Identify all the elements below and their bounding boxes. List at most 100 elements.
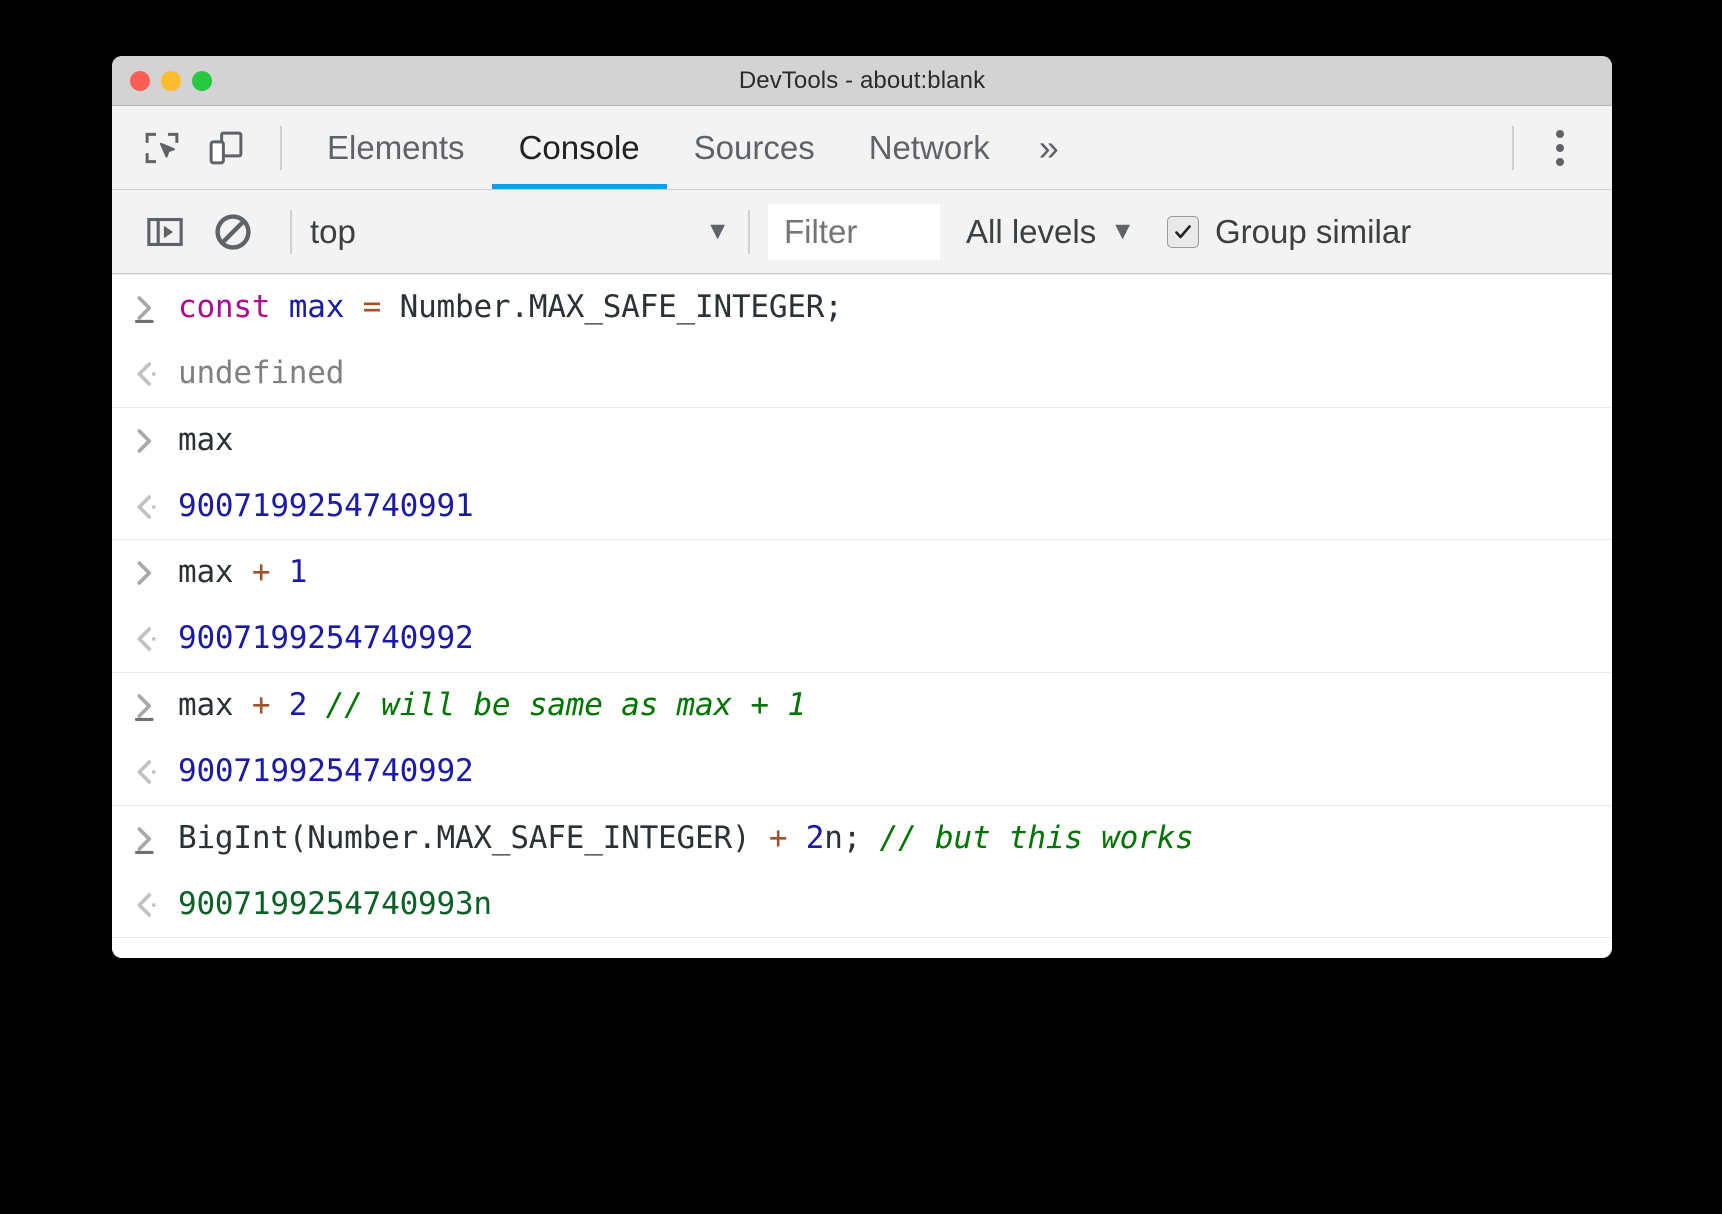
more-tabs-icon[interactable]: » bbox=[1017, 106, 1081, 189]
code-token: + bbox=[252, 687, 270, 723]
prompt-in-icon bbox=[112, 420, 178, 458]
console-result-text: undefined bbox=[178, 353, 344, 395]
log-level-selector[interactable]: All levels ▼ bbox=[966, 213, 1135, 251]
console-result-row[interactable]: 9007199254740993n bbox=[112, 872, 1612, 938]
console-input-row[interactable]: max + 2 // will be same as max + 1 bbox=[112, 672, 1612, 739]
code-token: max bbox=[289, 289, 344, 325]
prompt-in-icon bbox=[112, 685, 178, 723]
filter-divider bbox=[748, 210, 750, 254]
console-input-row[interactable]: const max = Number.MAX_SAFE_INTEGER; bbox=[112, 274, 1612, 341]
devtools-window: DevTools - about:blank Elements bbox=[112, 56, 1612, 958]
tab-elements[interactable]: Elements bbox=[300, 106, 492, 189]
devtools-tabbar: Elements Console Sources Network » bbox=[112, 106, 1612, 190]
console-result-text: 9007199254740991 bbox=[178, 486, 473, 528]
code-token: 9007199254740991 bbox=[178, 488, 473, 524]
minimize-button[interactable] bbox=[161, 71, 181, 91]
console-result-text: 9007199254740992 bbox=[178, 618, 473, 660]
group-similar-toggle[interactable]: Group similar bbox=[1167, 213, 1411, 251]
tab-console[interactable]: Console bbox=[492, 106, 667, 189]
console-result-row[interactable]: 9007199254740992 bbox=[112, 606, 1612, 672]
tabbar-right-group bbox=[1494, 120, 1612, 176]
console-message-list[interactable]: const max = Number.MAX_SAFE_INTEGER;unde… bbox=[112, 274, 1612, 958]
console-result-row[interactable]: undefined bbox=[112, 341, 1612, 407]
console-result-row[interactable]: 9007199254740992 bbox=[112, 739, 1612, 805]
console-input-text: max + 1 bbox=[178, 552, 307, 594]
more-tabs-label: » bbox=[1039, 127, 1059, 169]
device-toolbar-icon[interactable] bbox=[198, 120, 254, 176]
traffic-light-group bbox=[130, 71, 212, 91]
code-token: const bbox=[178, 289, 270, 325]
kebab-dot-3 bbox=[1556, 158, 1564, 166]
window-titlebar: DevTools - about:blank bbox=[112, 56, 1612, 106]
tab-console-label: Console bbox=[519, 129, 640, 167]
code-token: 9007199254740992 bbox=[178, 620, 473, 656]
console-result-text: 9007199254740993n bbox=[178, 884, 492, 926]
tab-network[interactable]: Network bbox=[842, 106, 1017, 189]
kebab-dot-1 bbox=[1556, 130, 1564, 138]
code-token: max bbox=[178, 554, 252, 590]
console-input-row[interactable]: max bbox=[112, 407, 1612, 474]
prompt-out-icon bbox=[112, 618, 178, 656]
code-token: 2 bbox=[806, 820, 824, 856]
maximize-button[interactable] bbox=[192, 71, 212, 91]
console-sidebar-icon[interactable] bbox=[136, 203, 194, 261]
console-input-text: max + 2 // will be same as max + 1 bbox=[178, 685, 806, 727]
console-result-row[interactable]: 9007199254740991 bbox=[112, 474, 1612, 540]
screen: DevTools - about:blank Elements bbox=[0, 0, 1722, 1214]
console-input-row[interactable]: BigInt(Number.MAX_SAFE_INTEGER) + 2n; //… bbox=[112, 805, 1612, 872]
clear-console-icon[interactable] bbox=[204, 203, 262, 261]
tabbar-right-divider bbox=[1512, 126, 1514, 170]
code-token: = bbox=[363, 289, 381, 325]
panel-tabs: Elements Console Sources Network » bbox=[300, 106, 1081, 189]
prompt-in-icon bbox=[112, 818, 178, 856]
console-input-text: BigInt(Number.MAX_SAFE_INTEGER) + 2n; //… bbox=[178, 818, 1194, 860]
chevron-down-icon: ▼ bbox=[1110, 219, 1135, 244]
kebab-menu-icon[interactable] bbox=[1532, 120, 1588, 176]
tab-elements-label: Elements bbox=[327, 129, 465, 167]
execution-context-value: top bbox=[310, 213, 356, 251]
tab-sources-label: Sources bbox=[694, 129, 815, 167]
code-token: 1 bbox=[289, 554, 307, 590]
code-token bbox=[270, 289, 288, 325]
group-similar-checkbox[interactable] bbox=[1167, 216, 1199, 248]
group-similar-label: Group similar bbox=[1215, 213, 1411, 251]
code-token: // will be same as max + 1 bbox=[326, 687, 806, 723]
check-icon bbox=[1173, 222, 1193, 242]
code-token bbox=[270, 554, 288, 590]
prompt-out-icon bbox=[112, 486, 178, 524]
console-input-text: const max = Number.MAX_SAFE_INTEGER; bbox=[178, 287, 843, 329]
prompt-out-icon bbox=[112, 353, 178, 391]
prompt-in-icon bbox=[112, 287, 178, 325]
execution-context-selector[interactable]: top ▼ bbox=[310, 213, 730, 251]
console-result-text: 9007199254740992 bbox=[178, 751, 473, 793]
code-token: BigInt(Number.MAX_SAFE_INTEGER) bbox=[178, 820, 769, 856]
code-token: 9007199254740992 bbox=[178, 753, 473, 789]
console-input-text: max bbox=[178, 420, 233, 462]
prompt-out-icon bbox=[112, 751, 178, 789]
code-token bbox=[307, 687, 325, 723]
code-token: Number.MAX_SAFE_INTEGER; bbox=[381, 289, 843, 325]
code-token: 9007199254740993n bbox=[178, 886, 492, 922]
code-token: undefined bbox=[178, 355, 344, 391]
console-toolbar-divider bbox=[290, 210, 292, 254]
chevron-down-icon: ▼ bbox=[705, 219, 730, 244]
code-token bbox=[787, 820, 805, 856]
prompt-out-icon bbox=[112, 884, 178, 922]
close-button[interactable] bbox=[130, 71, 150, 91]
console-prompt-row[interactable] bbox=[112, 937, 1612, 958]
tab-sources[interactable]: Sources bbox=[667, 106, 842, 189]
toolbar-divider bbox=[280, 126, 282, 170]
tab-network-label: Network bbox=[869, 129, 990, 167]
code-token: n; bbox=[824, 820, 879, 856]
inspect-element-icon[interactable] bbox=[134, 120, 190, 176]
filter-input[interactable] bbox=[768, 204, 940, 260]
code-token: 2 bbox=[289, 687, 307, 723]
code-token: max bbox=[178, 687, 252, 723]
console-toolbar: top ▼ All levels ▼ Group similar bbox=[112, 190, 1612, 274]
code-token bbox=[344, 289, 362, 325]
code-token: max bbox=[178, 422, 233, 458]
code-token bbox=[270, 687, 288, 723]
console-input-row[interactable]: max + 1 bbox=[112, 539, 1612, 606]
kebab-dot-2 bbox=[1556, 144, 1564, 152]
code-token: + bbox=[769, 820, 787, 856]
